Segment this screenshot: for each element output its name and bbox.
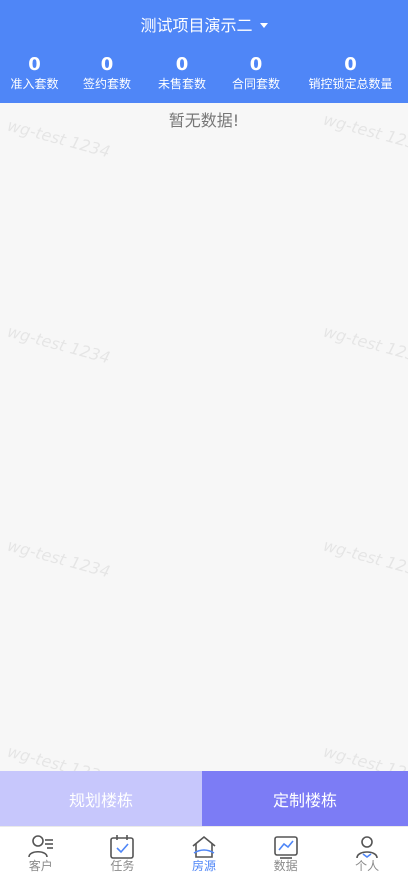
- stat-unsold[interactable]: 0 未售套数: [145, 55, 219, 92]
- person-icon: [356, 836, 378, 859]
- project-title: 测试项目演示二: [140, 16, 253, 35]
- tab-label: 个人: [355, 859, 380, 873]
- task-icon: [110, 835, 135, 859]
- project-selector[interactable]: 测试项目演示二: [0, 12, 408, 36]
- tab-label: 数据: [273, 859, 298, 873]
- plan-building-button[interactable]: 规划楼栋: [0, 771, 202, 826]
- chart-icon: [273, 836, 298, 859]
- tab-house[interactable]: 房源: [163, 827, 245, 883]
- content-area: 暂无数据! wg-test 1234 wg-test 1234 wg-test …: [0, 103, 408, 787]
- watermark: wg-test 1234: [5, 535, 113, 582]
- stat-label: 未售套数: [157, 77, 206, 91]
- tab-personal[interactable]: 个人: [326, 827, 408, 883]
- watermark: wg-test 1234: [321, 535, 408, 582]
- house-icon: [192, 835, 216, 858]
- stat-label: 签约套数: [82, 77, 131, 91]
- tab-label: 客户: [28, 859, 53, 873]
- stat-value: 0: [175, 54, 189, 75]
- tab-customer[interactable]: 客户: [0, 827, 82, 883]
- stat-signed[interactable]: 0 签约套数: [69, 55, 145, 92]
- stat-value: 0: [100, 54, 114, 75]
- custom-building-button[interactable]: 定制楼栋: [202, 771, 408, 826]
- stat-label: 合同套数: [231, 77, 280, 91]
- stat-value: 0: [249, 54, 263, 75]
- empty-state-text: 暂无数据!: [168, 111, 240, 130]
- stats-bar: 0 准入套数 0 签约套数 0 未售套数 0 合同套数 0 销控锁定总数量: [0, 55, 408, 92]
- bottom-tab-bar: 客户 任务 房源 数据 个人: [0, 826, 408, 883]
- tab-data[interactable]: 数据: [245, 827, 327, 883]
- header: 测试项目演示二 0 准入套数 0 签约套数 0 未售套数 0 合同套数 0 销控…: [0, 0, 408, 103]
- stat-contract[interactable]: 0 合同套数: [219, 55, 293, 92]
- caret-down-icon: [259, 22, 268, 28]
- stat-label: 销控锁定总数量: [308, 77, 393, 91]
- tab-task[interactable]: 任务: [82, 827, 164, 883]
- tab-label: 房源: [191, 859, 216, 873]
- customer-icon: [27, 835, 53, 858]
- stat-admitted[interactable]: 0 准入套数: [0, 55, 69, 92]
- watermark: wg-test 1234: [321, 321, 408, 368]
- stat-label: 准入套数: [10, 77, 59, 91]
- stat-value: 0: [344, 54, 357, 75]
- stat-locked[interactable]: 0 销控锁定总数量: [293, 55, 408, 92]
- stat-value: 0: [28, 54, 41, 75]
- tab-label: 任务: [110, 859, 135, 873]
- watermark: wg-test 1234: [5, 321, 113, 368]
- action-bar: 规划楼栋 定制楼栋: [0, 771, 408, 826]
